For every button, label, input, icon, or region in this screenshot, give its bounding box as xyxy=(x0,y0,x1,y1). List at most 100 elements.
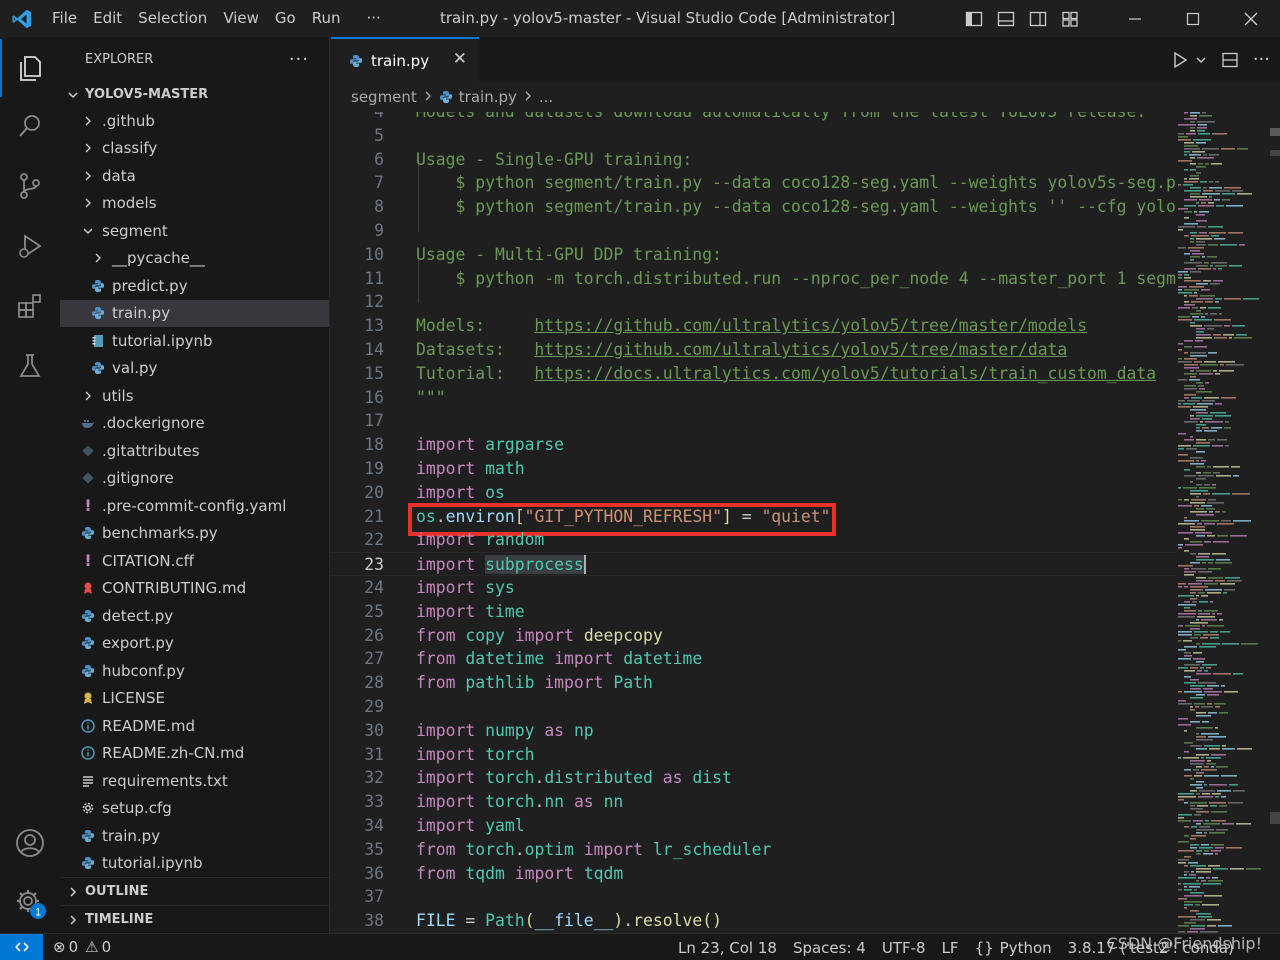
code-line[interactable]: 4 Models and datasets download automatica… xyxy=(331,112,1176,124)
breadcrumb-item[interactable]: segment xyxy=(351,88,417,106)
code-line[interactable]: 17 xyxy=(331,409,1176,433)
folder-item[interactable]: .github xyxy=(60,107,329,135)
code-line[interactable]: 37 xyxy=(331,885,1176,909)
code-line[interactable]: 8 $ python segment/train.py --data coco1… xyxy=(331,195,1176,219)
file-item[interactable]: export.py xyxy=(60,630,329,658)
code-line[interactable]: 10 Usage - Multi-GPU DDP training: xyxy=(331,243,1176,267)
folder-item[interactable]: data xyxy=(60,162,329,190)
manage-gear-icon[interactable]: 1 xyxy=(0,874,60,932)
file-item[interactable]: train.py xyxy=(60,822,329,850)
file-item[interactable]: hubconf.py xyxy=(60,657,329,685)
code-line[interactable]: 9 xyxy=(331,219,1176,243)
chevron-down-icon[interactable] xyxy=(1195,54,1207,66)
menu-item-more[interactable]: ··· xyxy=(359,0,389,37)
minimize-button[interactable] xyxy=(1106,0,1164,37)
folder-item[interactable]: segment xyxy=(60,217,329,245)
code-line[interactable]: 32 import torch.distributed as dist xyxy=(331,766,1176,790)
file-item[interactable]: tutorial.ipynb xyxy=(60,327,329,355)
minimap[interactable] xyxy=(1176,112,1268,933)
encoding[interactable]: UTF-8 xyxy=(876,939,932,957)
split-editor-icon[interactable] xyxy=(1221,51,1239,69)
tab-train-py[interactable]: train.py ✕ xyxy=(331,37,479,82)
code-line[interactable]: 7 $ python segment/train.py --data coco1… xyxy=(331,171,1176,195)
file-item[interactable]: ! CITATION.cff xyxy=(60,547,329,575)
close-window-button[interactable] xyxy=(1222,0,1280,37)
file-item[interactable]: setup.cfg xyxy=(60,795,329,823)
file-item[interactable]: predict.py xyxy=(60,272,329,300)
code-line[interactable]: 29 xyxy=(331,695,1176,719)
file-item[interactable]: val.py xyxy=(60,355,329,383)
file-item[interactable]: .dockerignore xyxy=(60,410,329,438)
code-line[interactable]: 27 from datetime import datetime xyxy=(331,647,1176,671)
code-line[interactable]: 13 Models: https://github.com/ultralytics… xyxy=(331,314,1176,338)
maximize-button[interactable] xyxy=(1164,0,1222,37)
code-line[interactable]: 5 xyxy=(331,124,1176,148)
accounts-icon[interactable] xyxy=(0,814,60,872)
code-line[interactable]: 31 import torch xyxy=(331,743,1176,767)
search-icon[interactable] xyxy=(0,97,60,155)
timeline-section-header[interactable]: TIMELINE xyxy=(60,905,329,933)
code-line[interactable]: 38 FILE = Path(__file__).resolve() xyxy=(331,909,1176,933)
indentation[interactable]: Spaces: 4 xyxy=(787,939,872,957)
code-line[interactable]: 12 xyxy=(331,290,1176,314)
code-line[interactable]: 11 $ python -m torch.distributed.run --n… xyxy=(331,267,1176,291)
menu-item-view[interactable]: View xyxy=(215,0,267,37)
workspace-folder-header[interactable]: YOLOV5-MASTER xyxy=(60,82,329,107)
code-line[interactable]: 18 import argparse xyxy=(331,433,1176,457)
file-item[interactable]: tutorial.ipynb xyxy=(60,850,329,878)
source-control-icon[interactable] xyxy=(0,157,60,215)
file-item[interactable]: benchmarks.py xyxy=(60,520,329,548)
file-item[interactable]: .gitignore xyxy=(60,465,329,493)
file-item[interactable]: detect.py xyxy=(60,602,329,630)
code-line[interactable]: 16 """ xyxy=(331,386,1176,410)
file-item[interactable]: LICENSE xyxy=(60,685,329,713)
problems-indicator[interactable]: ⊗ 0 ⚠ 0 xyxy=(47,938,117,956)
code-line[interactable]: 30 import numpy as np xyxy=(331,719,1176,743)
code-line[interactable]: 34 import yaml xyxy=(331,814,1176,838)
file-item[interactable]: .gitattributes xyxy=(60,437,329,465)
file-item[interactable]: README.md xyxy=(60,712,329,740)
code-line[interactable]: 20 import os xyxy=(331,481,1176,505)
folder-item[interactable]: __pycache__ xyxy=(60,245,329,273)
code-line[interactable]: 6 Usage - Single-GPU training: xyxy=(331,148,1176,172)
testing-icon[interactable] xyxy=(0,337,60,395)
explorer-icon[interactable] xyxy=(0,39,60,97)
close-tab-icon[interactable]: ✕ xyxy=(453,49,467,69)
vertical-scrollbar[interactable] xyxy=(1268,112,1280,933)
folder-item[interactable]: models xyxy=(60,190,329,218)
code-line[interactable]: 22 import random xyxy=(331,528,1176,552)
file-item[interactable]: README.zh-CN.md xyxy=(60,740,329,768)
remote-indicator-icon[interactable] xyxy=(0,933,43,960)
language-mode[interactable]: {} Python xyxy=(969,939,1058,957)
end-of-line[interactable]: LF xyxy=(936,939,965,957)
outline-section-header[interactable]: OUTLINE xyxy=(60,877,329,905)
toggle-primary-sidebar-icon[interactable] xyxy=(958,0,990,37)
code-line[interactable]: 24 import sys xyxy=(331,576,1176,600)
menu-item-edit[interactable]: Edit xyxy=(85,0,130,37)
code-line[interactable]: 28 from pathlib import Path xyxy=(331,671,1176,695)
editor-more-actions-icon[interactable]: ··· xyxy=(1253,49,1270,70)
code-line[interactable]: 15 Tutorial: https://docs.ultralytics.com… xyxy=(331,362,1176,386)
code-line[interactable]: 35 from torch.optim import lr_scheduler xyxy=(331,838,1176,862)
code-editor[interactable]: 4 Models and datasets download automatica… xyxy=(331,112,1176,933)
run-python-file-icon[interactable] xyxy=(1171,51,1189,69)
file-item[interactable]: requirements.txt xyxy=(60,767,329,795)
cursor-position[interactable]: Ln 23, Col 18 xyxy=(672,939,783,957)
file-item[interactable]: ! .pre-commit-config.yaml xyxy=(60,492,329,520)
code-line[interactable]: 25 import time xyxy=(331,600,1176,624)
code-line[interactable]: 33 import torch.nn as nn xyxy=(331,790,1176,814)
toggle-secondary-sidebar-icon[interactable] xyxy=(1022,0,1054,37)
more-actions-icon[interactable]: ··· xyxy=(289,49,309,70)
customize-layout-icon[interactable] xyxy=(1054,0,1086,37)
menu-item-selection[interactable]: Selection xyxy=(130,0,215,37)
file-item[interactable]: CONTRIBUTING.md xyxy=(60,575,329,603)
code-line[interactable]: 19 import math xyxy=(331,457,1176,481)
menu-item-go[interactable]: Go xyxy=(267,0,304,37)
folder-item[interactable]: utils xyxy=(60,382,329,410)
file-item[interactable]: train.py xyxy=(60,299,329,327)
toggle-panel-icon[interactable] xyxy=(990,0,1022,37)
code-line[interactable]: 26 from copy import deepcopy xyxy=(331,624,1176,648)
breadcrumb-item[interactable]: ... xyxy=(539,88,553,106)
folder-item[interactable]: classify xyxy=(60,135,329,163)
menu-item-run[interactable]: Run xyxy=(304,0,349,37)
